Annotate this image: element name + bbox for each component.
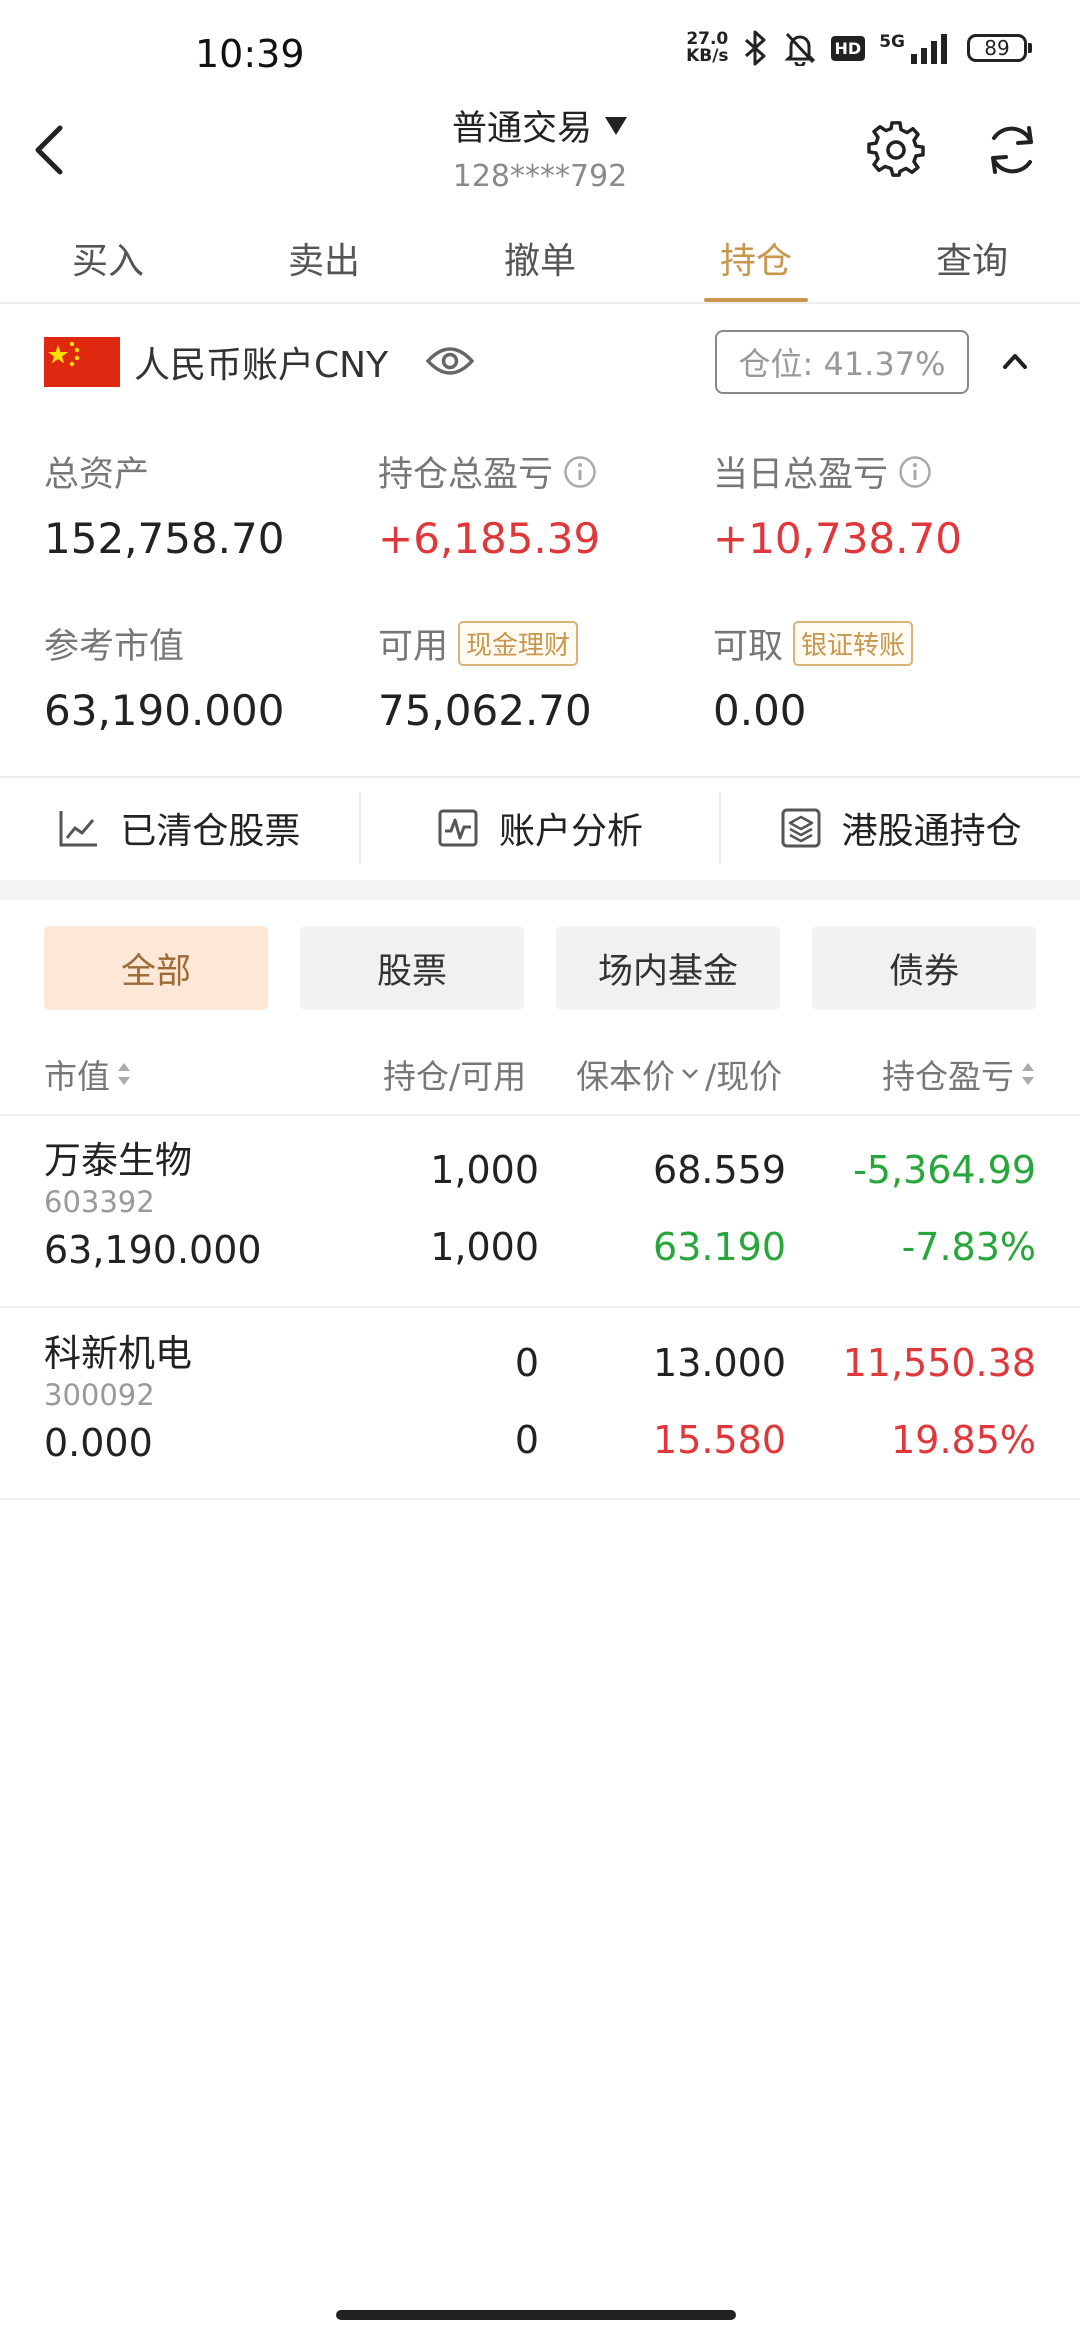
total-assets-value: 152,758.70 xyxy=(44,514,285,563)
holding-pl-percent: 19.85% xyxy=(891,1418,1036,1462)
hk-connect-holdings-label: 港股通持仓 xyxy=(841,811,1022,852)
holding-qty: 1,000 xyxy=(430,1148,539,1192)
column-cost-price[interactable]: 保本价 /现价 xyxy=(576,1050,782,1098)
total-assets-label-text: 总资产 xyxy=(44,455,150,495)
gear-icon[interactable] xyxy=(866,120,926,180)
column-current-label: /现价 xyxy=(705,1057,783,1096)
stock-name: 科新机电 xyxy=(44,1332,192,1375)
account-analysis-button[interactable]: 账户分析 xyxy=(361,793,720,863)
current-price: 15.580 xyxy=(653,1418,786,1462)
holding-pl-value: +6,185.39 xyxy=(378,514,601,563)
eye-icon[interactable] xyxy=(426,343,474,379)
filter-exchange-funds[interactable]: 场内基金 xyxy=(556,926,780,1010)
column-holding-available: 持仓/可用 xyxy=(383,1057,527,1096)
dropdown-triangle-icon xyxy=(605,116,627,135)
back-arrow-icon[interactable] xyxy=(24,118,80,182)
holding-pl-percent: -7.83% xyxy=(901,1225,1036,1269)
info-icon[interactable] xyxy=(898,455,932,489)
daily-pl-value: +10,738.70 xyxy=(713,514,962,563)
stock-code: 603392 xyxy=(44,1185,155,1219)
daily-pl-label: 当日总盈亏 xyxy=(713,446,932,497)
layers-icon xyxy=(781,808,821,848)
stock-market-value: 63,190.000 xyxy=(44,1228,262,1272)
trade-tabs: 买入 卖出 撤单 持仓 查询 xyxy=(0,222,1080,304)
ref-market-value-value: 63,190.000 xyxy=(44,686,285,735)
status-time: 10:39 xyxy=(195,32,305,76)
status-icons: 27.0 KB/s HD 5G 89 xyxy=(686,30,1032,66)
holding-pl-amount: 11,550.38 xyxy=(842,1341,1036,1385)
current-price: 63.190 xyxy=(653,1225,786,1269)
sort-icon xyxy=(118,1063,130,1085)
account-type-selector[interactable]: 普通交易 128****792 xyxy=(340,100,740,194)
column-market-value-label: 市值 xyxy=(44,1057,110,1096)
tab-buy[interactable]: 买入 xyxy=(0,222,216,302)
stock-code: 300092 xyxy=(44,1378,155,1412)
stock-market-value: 0.000 xyxy=(44,1421,153,1465)
tab-cancel[interactable]: 撤单 xyxy=(432,222,648,302)
ref-market-value-label: 参考市值 xyxy=(44,618,184,669)
quick-nav: 已清仓股票 账户分析 港股通持仓 xyxy=(0,778,1080,878)
battery-level: 89 xyxy=(967,34,1027,62)
withdrawable-value: 0.00 xyxy=(713,686,807,735)
available-funds-label-text: 可用 xyxy=(378,627,449,667)
row-divider xyxy=(0,1498,1080,1500)
line-chart-icon xyxy=(59,811,98,847)
column-holding-pl[interactable]: 持仓盈亏 xyxy=(882,1050,1036,1098)
hk-connect-holdings-button[interactable]: 港股通持仓 xyxy=(721,793,1080,863)
china-flag-icon xyxy=(44,337,120,387)
section-separator xyxy=(0,880,1080,900)
available-funds-label: 可用 现金理财 xyxy=(378,618,579,669)
column-holding-pl-label: 持仓盈亏 xyxy=(882,1057,1014,1096)
chevron-up-icon[interactable] xyxy=(998,344,1032,378)
bank-transfer-tag[interactable]: 银证转账 xyxy=(793,621,914,666)
withdrawable-label-text: 可取 xyxy=(713,627,784,667)
info-icon[interactable] xyxy=(563,455,597,489)
holding-qty: 0 xyxy=(514,1341,539,1385)
battery-icon: 89 xyxy=(967,34,1032,62)
sort-icon xyxy=(1022,1063,1034,1085)
bluetooth-icon xyxy=(744,30,766,66)
cost-price: 68.559 xyxy=(653,1148,786,1192)
column-market-value[interactable]: 市值 xyxy=(44,1050,132,1098)
account-number: 128****792 xyxy=(452,159,628,194)
cell-signal-icon: 5G xyxy=(879,32,953,64)
signal-label: 5G xyxy=(879,32,905,52)
cleared-stocks-button[interactable]: 已清仓股票 xyxy=(0,793,359,863)
hd-badge: HD xyxy=(830,35,866,61)
analysis-chart-icon xyxy=(438,809,478,847)
holding-pl-amount: -5,364.99 xyxy=(853,1148,1036,1192)
refresh-icon[interactable] xyxy=(982,120,1042,180)
page-title: 普通交易 xyxy=(451,109,592,149)
signal-bars-icon xyxy=(911,34,947,64)
home-indicator[interactable] xyxy=(336,2310,736,2320)
available-qty: 0 xyxy=(514,1418,539,1462)
bell-muted-icon xyxy=(783,32,816,66)
available-qty: 1,000 xyxy=(430,1225,539,1269)
available-funds-value: 75,062.70 xyxy=(378,686,592,735)
filter-all[interactable]: 全部 xyxy=(44,926,268,1010)
position-ratio-badge[interactable]: 仓位: 41.37% xyxy=(715,330,969,394)
net-speed: 27.0 KB/s xyxy=(686,31,728,65)
tab-holdings[interactable]: 持仓 xyxy=(648,222,864,302)
tab-query[interactable]: 查询 xyxy=(864,222,1080,302)
filter-stocks[interactable]: 股票 xyxy=(300,926,524,1010)
chevron-down-icon xyxy=(682,1069,698,1079)
cleared-stocks-label: 已清仓股票 xyxy=(120,811,301,852)
cash-management-tag[interactable]: 现金理财 xyxy=(458,621,579,666)
total-assets-label: 总资产 xyxy=(44,446,149,497)
account-analysis-label: 账户分析 xyxy=(499,811,644,852)
net-speed-unit: KB/s xyxy=(686,46,729,66)
holding-pl-label-text: 持仓总盈亏 xyxy=(378,455,554,495)
daily-pl-label-text: 当日总盈亏 xyxy=(713,455,889,495)
ref-market-value-label-text: 参考市值 xyxy=(44,627,185,667)
withdrawable-label: 可取 银证转账 xyxy=(713,618,914,669)
column-cost-label: 保本价 xyxy=(576,1057,675,1096)
tab-sell[interactable]: 卖出 xyxy=(216,222,432,302)
account-currency-label: 人民币账户CNY xyxy=(134,345,389,386)
stock-name: 万泰生物 xyxy=(44,1139,192,1182)
filter-bonds[interactable]: 债券 xyxy=(812,926,1036,1010)
holding-pl-label: 持仓总盈亏 xyxy=(378,446,597,497)
cost-price: 13.000 xyxy=(653,1341,786,1385)
